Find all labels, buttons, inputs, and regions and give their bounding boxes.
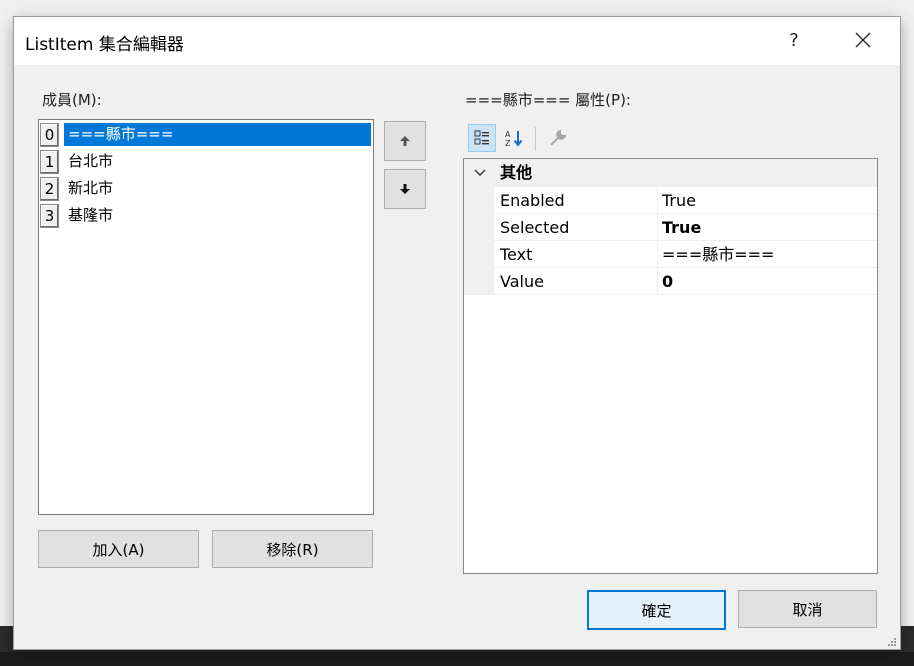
wrench-icon [550,129,567,146]
svg-text:A: A [505,130,511,139]
properties-label: ===縣市=== 屬性(P): [465,91,631,109]
category-row-other[interactable]: 其他 [464,159,877,187]
categorized-button[interactable] [468,124,496,152]
list-item-index: 1 [40,150,59,174]
list-item-index: 3 [40,204,59,228]
property-row[interactable]: Text ===縣市=== [464,241,877,268]
row-gutter [464,268,494,295]
column-divider [657,268,658,295]
close-button[interactable] [840,17,886,63]
categorized-icon [474,130,489,145]
column-divider [657,241,658,268]
list-item-text: 台北市 [68,152,114,170]
alphabetical-button[interactable]: A Z [500,124,528,152]
list-item-text: ===縣市=== [64,123,371,146]
help-button[interactable]: ? [771,17,817,63]
property-name: Enabled [500,191,565,210]
column-divider [657,187,658,214]
property-value[interactable]: True [662,187,696,214]
arrow-down-icon [400,184,410,194]
list-item[interactable]: 0 ===縣市=== [39,122,373,147]
window-title: ListItem 集合編輯器 [25,35,184,55]
arrow-up-icon [400,136,410,146]
remove-button[interactable]: 移除(R) [212,530,373,568]
title-bar: ListItem 集合編輯器 ? [14,17,900,65]
list-item-index: 2 [40,177,59,201]
list-item-index: 0 [40,123,59,147]
move-down-button[interactable] [384,169,426,209]
sort-alphabetical-icon: A Z [505,130,523,148]
column-divider [657,214,658,241]
row-divider [494,294,877,295]
row-gutter [464,214,494,241]
members-listbox[interactable]: 0 ===縣市=== 1 台北市 2 新北市 3 基隆市 [38,119,374,515]
toolbar-separator [535,127,536,151]
cancel-button[interactable]: 取消 [738,590,877,628]
list-item[interactable]: 1 台北市 [39,149,373,174]
add-button[interactable]: 加入(A) [38,530,199,568]
members-label: 成員(M): [42,91,102,109]
svg-text:Z: Z [505,139,511,148]
resize-grip-icon[interactable] [887,637,897,647]
close-icon [855,32,871,48]
category-name: 其他 [500,163,533,182]
property-value[interactable]: True [662,214,701,241]
property-grid[interactable]: 其他 Enabled True Selected True Text ===縣市… [463,158,878,574]
move-up-button[interactable] [384,121,426,161]
list-item[interactable]: 3 基隆市 [39,203,373,228]
property-row[interactable]: Value 0 [464,268,877,295]
ok-button[interactable]: 確定 [587,590,726,630]
chevron-down-icon [474,169,486,176]
background-bottom [0,652,914,666]
property-pages-button [544,124,572,152]
list-item[interactable]: 2 新北市 [39,176,373,201]
row-gutter [464,241,494,268]
row-gutter [464,187,494,214]
list-item-text: 基隆市 [68,206,114,224]
property-name: Value [500,272,544,291]
property-value[interactable]: 0 [662,268,673,295]
property-value[interactable]: ===縣市=== [662,241,774,268]
property-name: Selected [500,218,570,237]
property-row[interactable]: Enabled True [464,187,877,214]
list-item-text: 新北市 [68,179,114,197]
property-name: Text [500,245,533,264]
property-row[interactable]: Selected True [464,214,877,241]
collection-editor-dialog: ListItem 集合編輯器 ? 成員(M): 0 ===縣市=== 1 台北市… [14,17,900,649]
